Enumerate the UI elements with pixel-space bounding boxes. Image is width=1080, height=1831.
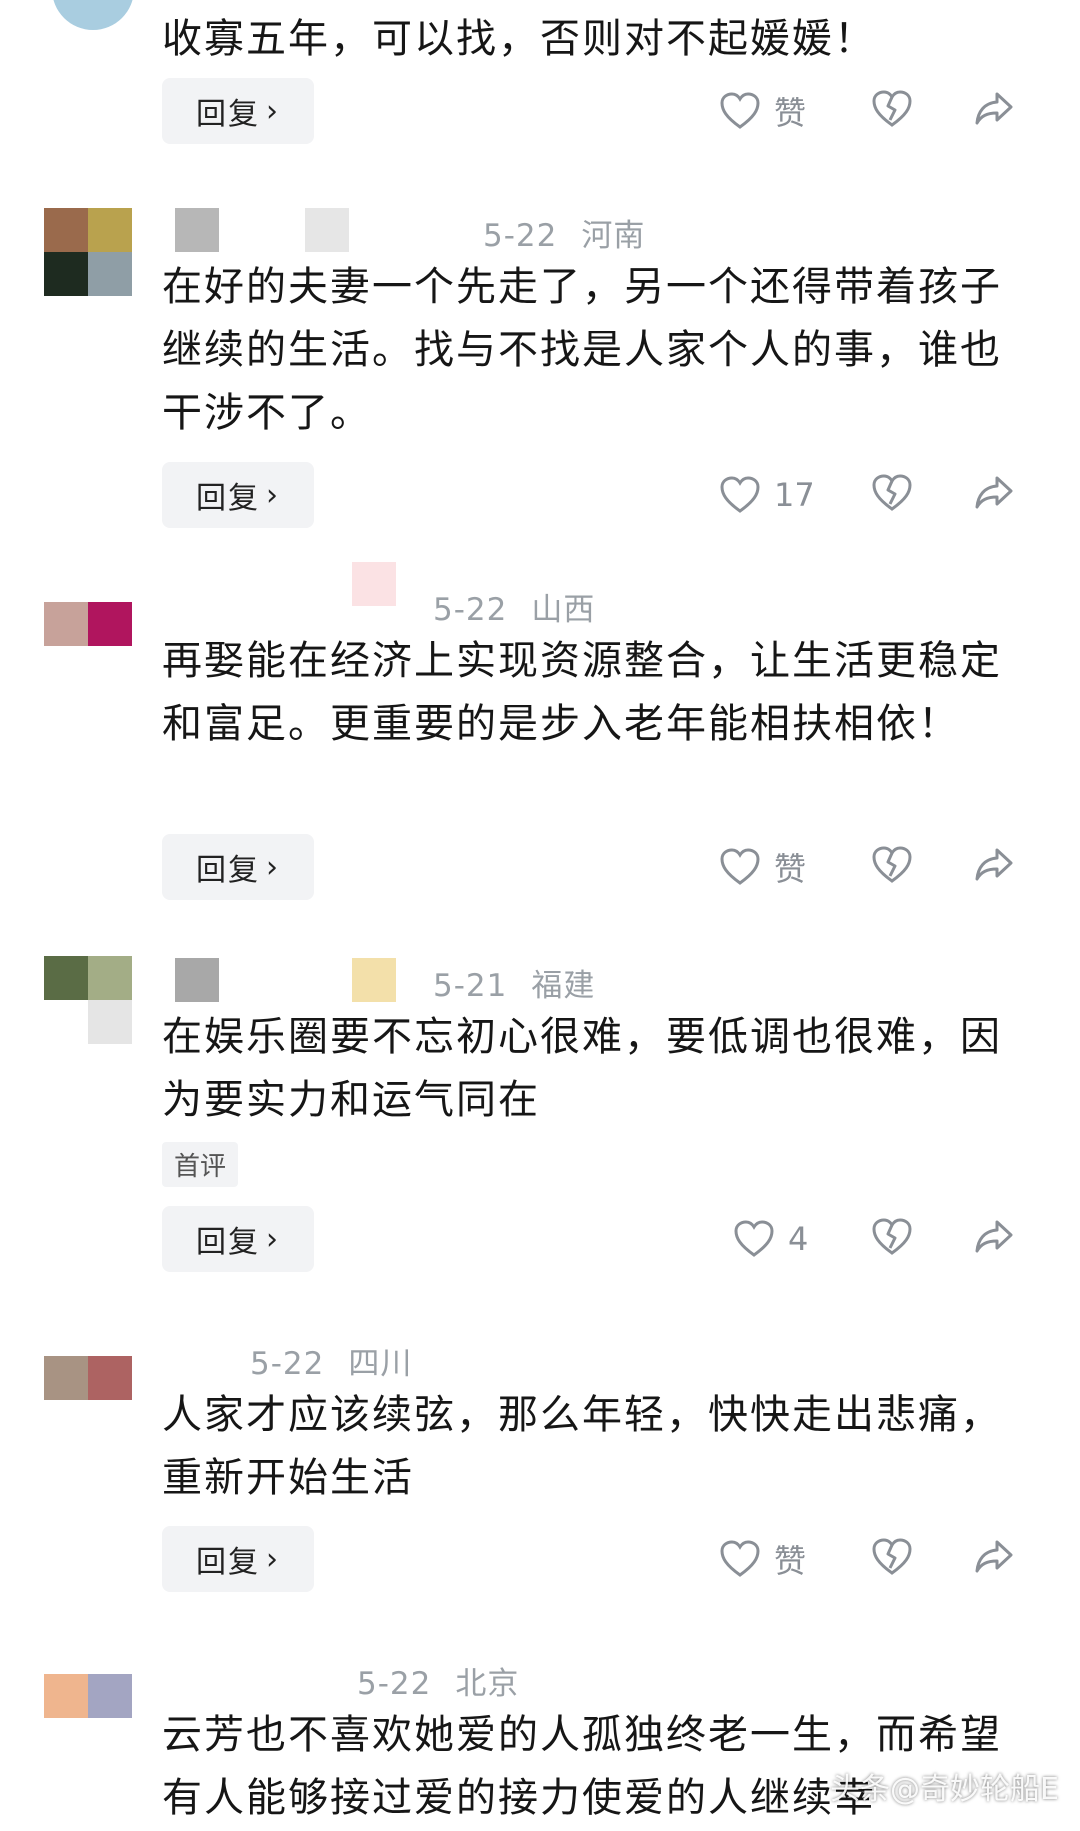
comment-location: 山西 [531, 592, 596, 628]
like-button[interactable]: 4 [734, 1217, 808, 1261]
like-count: 赞 [774, 94, 807, 132]
comment-location: 四川 [348, 1346, 413, 1382]
share-arrow-icon[interactable] [974, 474, 1014, 512]
comment-text: 在好的夫妻一个先走了，另一个还得带着孩子继续的生活。找与不找是人家个人的事，谁也… [162, 264, 1002, 436]
heart-outline-icon [720, 476, 760, 514]
like-count: 4 [788, 1220, 809, 1258]
avatar[interactable] [44, 956, 132, 1044]
reply-label: 回复 [196, 481, 260, 516]
broken-heart-icon[interactable] [872, 1218, 912, 1256]
comment-date: 5-22 [483, 218, 558, 254]
comment-date: 5-22 [250, 1346, 325, 1382]
reply-button[interactable]: 回复 › [162, 834, 314, 900]
broken-heart-icon[interactable] [872, 474, 912, 512]
avatar[interactable] [44, 1356, 132, 1400]
comment-meta: 5-22 四川 [250, 1338, 412, 1383]
comment-date: 5-21 [433, 968, 508, 1004]
reply-label: 回复 [196, 853, 260, 888]
comment-location: 北京 [455, 1666, 520, 1702]
reply-button[interactable]: 回复 › [162, 1526, 314, 1592]
comment-actions: 回复 › 4 [0, 1206, 1080, 1272]
chevron-right-icon: › [266, 477, 280, 513]
reply-button[interactable]: 回复 › [162, 462, 314, 528]
avatar[interactable] [52, 0, 134, 30]
comment-meta: 5-22 北京 [357, 1658, 519, 1703]
avatar[interactable] [44, 208, 132, 296]
broken-heart-icon[interactable] [872, 1538, 912, 1576]
broken-heart-icon[interactable] [872, 846, 912, 884]
reply-label: 回复 [196, 1225, 260, 1260]
username-redacted[interactable] [352, 562, 396, 606]
reply-button[interactable]: 回复 › [162, 78, 314, 144]
share-arrow-icon[interactable] [974, 90, 1014, 128]
like-button[interactable]: 赞 [720, 89, 806, 133]
share-arrow-icon[interactable] [974, 1538, 1014, 1576]
chevron-right-icon: › [266, 93, 280, 129]
comment-text: 人家才应该续弦，那么年轻，快快走出悲痛，重新开始生活 [162, 1392, 1002, 1501]
like-button[interactable]: 赞 [720, 845, 806, 889]
like-button[interactable]: 赞 [720, 1537, 806, 1581]
comment-location: 河南 [581, 218, 646, 254]
comment-actions: 回复 › 赞 [0, 78, 1080, 144]
comment-text: 收寡五年，可以找，否则对不起媛媛！ [162, 16, 876, 62]
share-arrow-icon[interactable] [974, 1218, 1014, 1256]
chevron-right-icon: › [266, 1541, 280, 1577]
like-button[interactable]: 17 [720, 473, 815, 517]
comment-text: 再娶能在经济上实现资源整合，让生活更稳定和富足。更重要的是步入老年能相扶相依！ [162, 638, 1002, 747]
chevron-right-icon: › [266, 1221, 280, 1257]
reply-label: 回复 [196, 97, 260, 132]
avatar[interactable] [44, 602, 132, 646]
username-redacted [352, 958, 396, 1002]
comment-location: 福建 [531, 968, 596, 1004]
username-redacted[interactable] [175, 958, 219, 1002]
chevron-right-icon: › [266, 849, 280, 885]
avatar[interactable] [44, 1674, 132, 1718]
share-arrow-icon[interactable] [974, 846, 1014, 884]
heart-outline-icon [734, 1220, 774, 1258]
heart-outline-icon [720, 848, 760, 886]
comment-actions: 回复 › 赞 [0, 834, 1080, 900]
comment-actions: 回复 › 17 [0, 462, 1080, 528]
comment-text: 在娱乐圈要不忘初心很难，要低调也很难，因为要实力和运气同在 [162, 1014, 1002, 1123]
heart-outline-icon [720, 92, 760, 130]
comment-meta: 5-21 福建 [433, 960, 595, 1005]
reply-label: 回复 [196, 1545, 260, 1580]
comment-meta: 5-22 河南 [483, 210, 645, 255]
comment-meta: 5-22 山西 [433, 584, 595, 629]
like-count: 赞 [774, 1542, 807, 1580]
like-count: 赞 [774, 850, 807, 888]
username-redacted [305, 208, 349, 252]
username-redacted[interactable] [175, 208, 219, 252]
comment-date: 5-22 [433, 592, 508, 628]
heart-outline-icon [720, 1540, 760, 1578]
watermark: 头条@奇妙轮船E [830, 1772, 1059, 1807]
comment-date: 5-22 [357, 1666, 432, 1702]
like-count: 17 [774, 476, 815, 514]
broken-heart-icon[interactable] [872, 90, 912, 128]
first-comment-badge: 首评 [162, 1142, 239, 1187]
comment-actions: 回复 › 赞 [0, 1526, 1080, 1592]
reply-button[interactable]: 回复 › [162, 1206, 314, 1272]
